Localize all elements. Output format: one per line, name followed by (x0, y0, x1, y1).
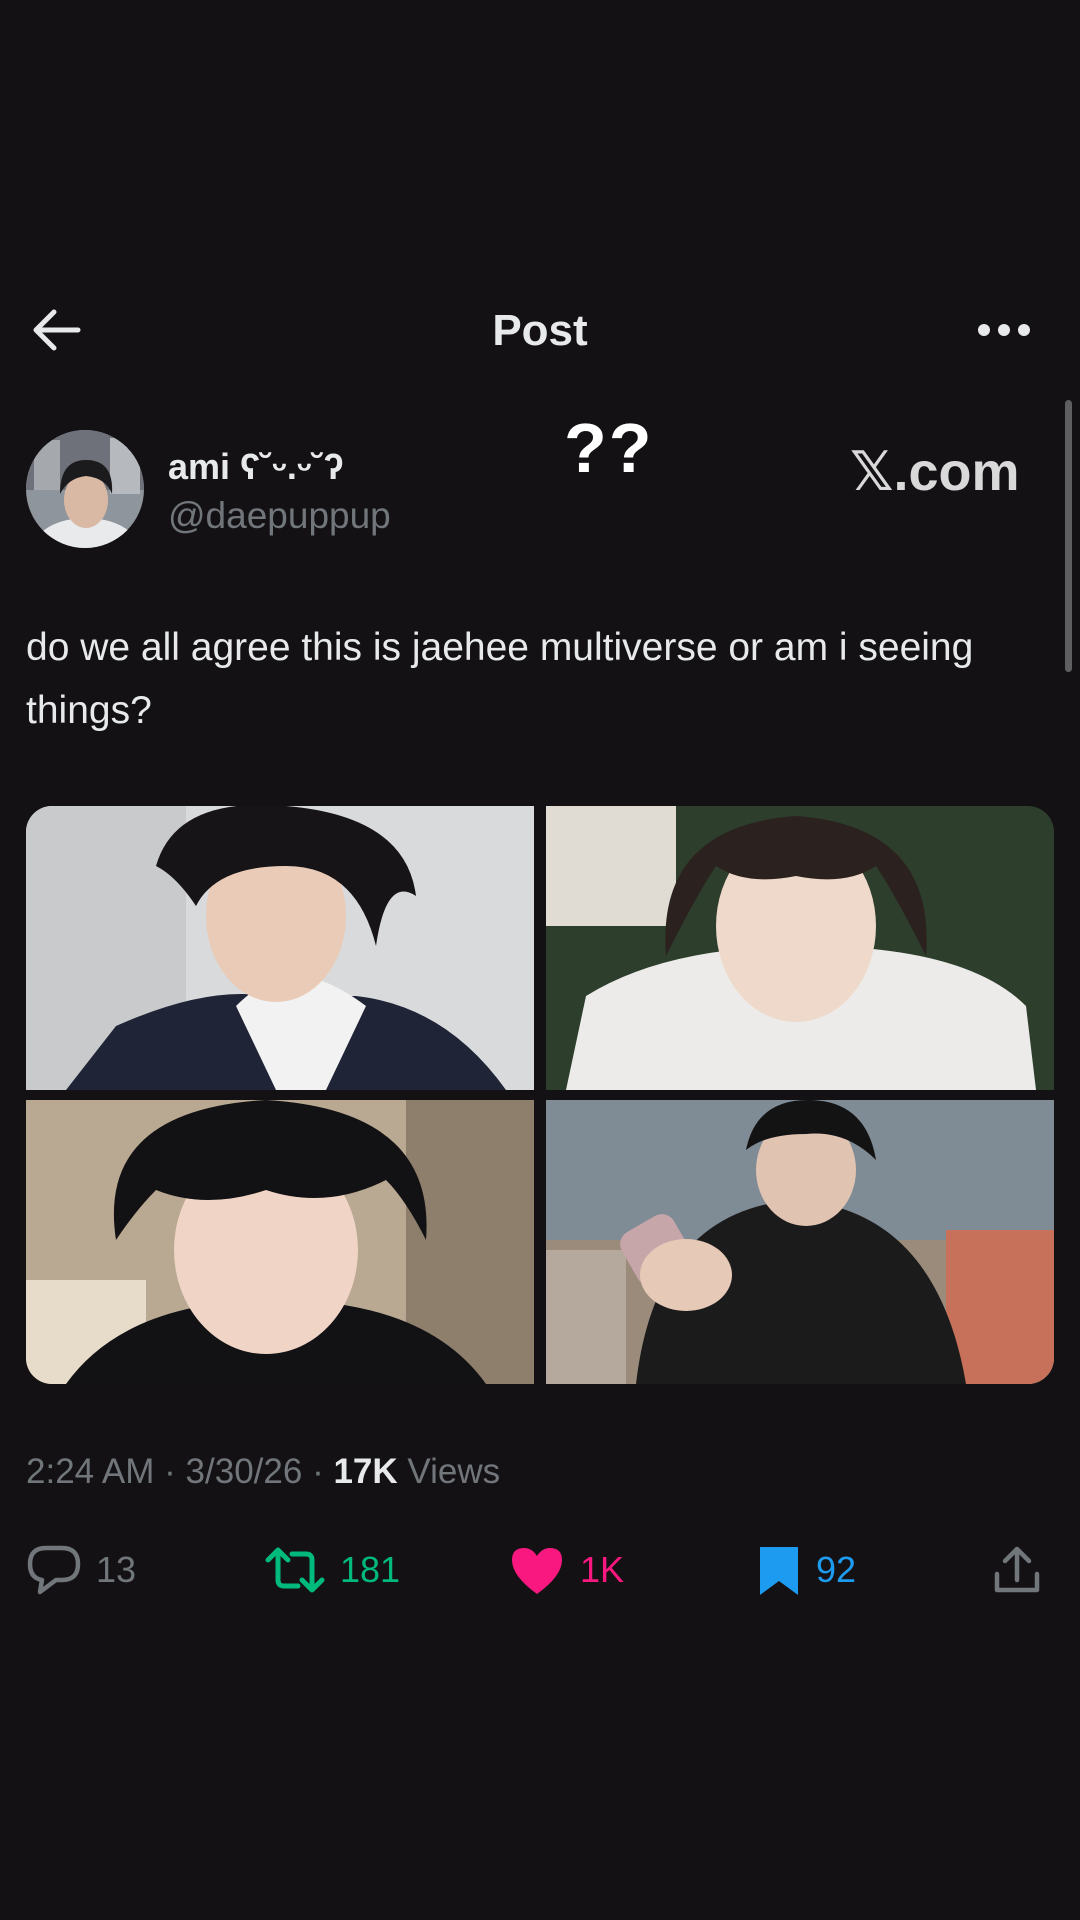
meta-separator: · (312, 1452, 324, 1491)
bookmark-count: 92 (816, 1549, 857, 1590)
share-button[interactable] (992, 1535, 1042, 1605)
tweet-date: 3/30/26 (185, 1452, 303, 1491)
author-display-name[interactable]: ami ʕ˘ᵕ.ᵕ˘ʔ (168, 446, 344, 488)
top-nav-bar: Post (0, 290, 1080, 370)
like-button[interactable]: 1K (508, 1535, 624, 1605)
tweet-meta: 2:24 AM · 3/30/26 · 17K Views (26, 1452, 500, 1492)
photo-4[interactable] (546, 1100, 1054, 1384)
overlay-question-marks: ?? (564, 409, 654, 487)
bookmark-button[interactable]: 92 (756, 1535, 856, 1605)
bookmark-icon (756, 1543, 802, 1597)
reply-button[interactable]: 13 (26, 1535, 136, 1605)
scrollbar[interactable] (1065, 400, 1072, 672)
meta-separator: · (164, 1452, 176, 1491)
page-title: Post (492, 306, 588, 355)
repost-icon (264, 1546, 326, 1594)
like-count: 1K (580, 1549, 625, 1590)
author-handle[interactable]: @daepuppup (168, 495, 391, 537)
views-label: Views (407, 1452, 501, 1491)
repost-button[interactable]: 181 (264, 1535, 400, 1605)
more-dots-icon (978, 324, 1030, 336)
action-bar: 13 181 1K 92 (0, 1535, 1080, 1605)
reply-bubble-icon (26, 1544, 82, 1596)
reply-count: 13 (96, 1549, 137, 1590)
tweet-time: 2:24 AM (26, 1452, 155, 1491)
watermark: 𝕏.com (850, 442, 1020, 502)
photo-2[interactable] (546, 806, 1054, 1090)
photo-1[interactable] (26, 806, 534, 1090)
repost-count: 181 (340, 1549, 401, 1590)
avatar[interactable] (26, 430, 144, 548)
media-grid (26, 806, 1054, 1384)
views-count[interactable]: 17K (333, 1452, 397, 1491)
share-upload-icon (992, 1544, 1042, 1596)
heart-icon (508, 1544, 566, 1596)
tweet-text: do we all agree this is jaehee multivers… (26, 626, 974, 732)
more-options-button[interactable] (974, 310, 1034, 350)
photo-3[interactable] (26, 1100, 534, 1384)
